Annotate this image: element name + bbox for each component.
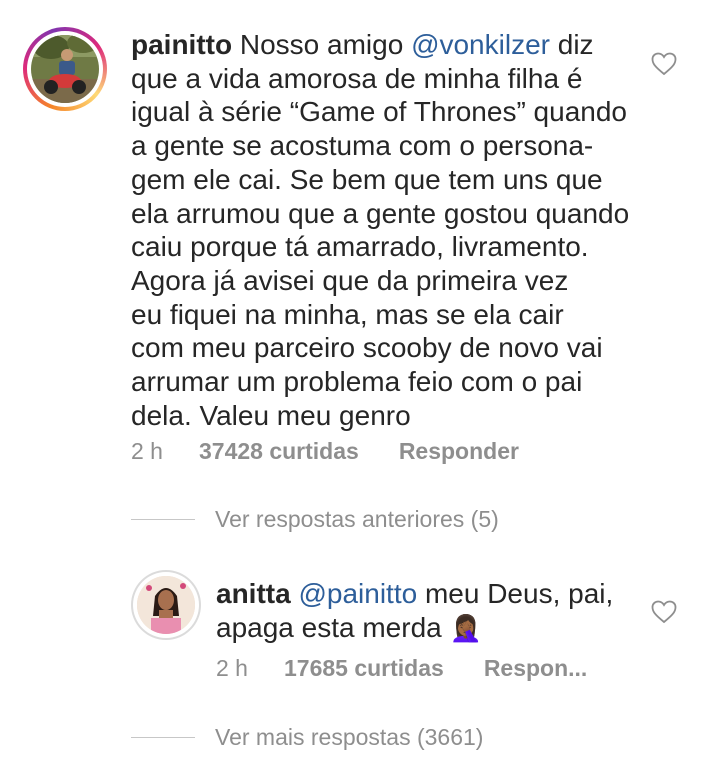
mention-link[interactable]: @vonkilzer xyxy=(411,29,550,60)
timestamp: 2 h xyxy=(216,654,248,681)
thread-divider xyxy=(131,737,195,738)
avatar[interactable] xyxy=(31,35,99,103)
comment-text: diz que a vida amorosa de minha filha é … xyxy=(131,29,630,431)
comment-text: Nosso amigo xyxy=(239,29,412,60)
comment-meta: 2 h 17685 curtidas Respon... xyxy=(216,654,587,682)
mention-link[interactable]: @painitto xyxy=(298,578,417,609)
comment-body: painitto Nosso amigo @vonkilzer diz que … xyxy=(131,28,651,432)
username-link[interactable]: anitta xyxy=(216,578,291,609)
facepalm-emoji: 🤦🏾‍♀️ xyxy=(449,612,482,643)
story-ring[interactable] xyxy=(131,570,201,640)
thread-divider xyxy=(131,519,195,520)
view-more-replies-button[interactable]: Ver mais respostas (3661) xyxy=(215,724,483,751)
username-link[interactable]: painitto xyxy=(131,29,232,60)
likes-count-button[interactable]: 17685 curtidas xyxy=(284,655,444,682)
reply-button[interactable]: Responder xyxy=(399,438,519,465)
story-ring[interactable] xyxy=(23,27,107,111)
heart-outline-icon[interactable] xyxy=(651,600,677,624)
timestamp: 2 h xyxy=(131,437,163,464)
heart-outline-icon[interactable] xyxy=(651,52,677,76)
likes-count-button[interactable]: 37428 curtidas xyxy=(199,438,359,465)
reply-button[interactable]: Respon... xyxy=(484,655,588,682)
avatar-photo-anitta xyxy=(137,576,195,634)
view-previous-replies-button[interactable]: Ver respostas anteriores (5) xyxy=(215,506,499,533)
avatar[interactable] xyxy=(137,576,195,634)
comment-body: anitta @painitto meu Deus, pai, apaga es… xyxy=(216,577,646,645)
comment-meta: 2 h 37428 curtidas Responder xyxy=(131,437,519,465)
avatar-photo-painitto xyxy=(31,35,99,103)
